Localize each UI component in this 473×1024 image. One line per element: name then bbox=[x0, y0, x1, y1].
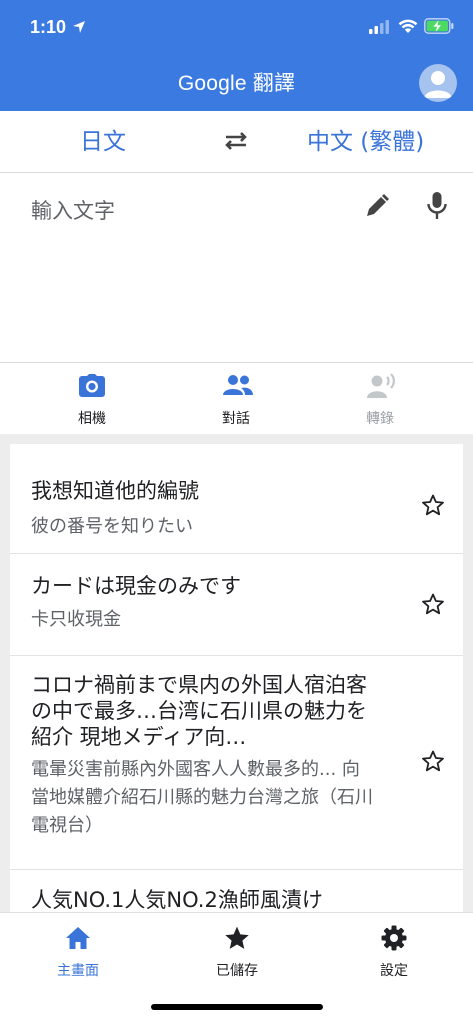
camera-icon bbox=[79, 374, 105, 397]
history-source-text: 我想知道他的編號 bbox=[31, 479, 199, 503]
history-translation-text: 電暈災害前縣內外國客人人數最多的... 向當地媒體介紹石川縣的魅力台灣之旅（石川… bbox=[31, 759, 373, 836]
source-language-button[interactable]: 日文 bbox=[80, 111, 126, 173]
app-header: 1:10 Google 翻譯 bbox=[0, 0, 473, 111]
transcribe-tool-label: 轉錄 bbox=[366, 411, 394, 427]
language-bar: 日文 中文 (繁體) bbox=[0, 111, 473, 173]
star-outline-icon[interactable] bbox=[421, 592, 445, 616]
app-title: Google 翻譯 bbox=[177, 72, 296, 95]
handwriting-pen-icon[interactable] bbox=[364, 193, 390, 219]
account-avatar[interactable] bbox=[419, 64, 457, 102]
input-placeholder[interactable]: 輸入文字 bbox=[31, 195, 115, 225]
home-icon bbox=[66, 927, 90, 949]
status-time: 1:10 bbox=[30, 17, 67, 37]
target-language-button[interactable]: 中文 (繁體) bbox=[307, 111, 424, 173]
transcribe-tool-button[interactable]: 轉錄 bbox=[335, 363, 425, 435]
star-outline-icon[interactable] bbox=[421, 749, 445, 773]
camera-tool-button[interactable]: 相機 bbox=[47, 363, 137, 435]
history-item[interactable]: コロナ禍前まで県内の外国人宿泊客の中で最多…台湾に石川県の魅力を紹介 現地メディ… bbox=[10, 656, 463, 870]
conversation-tool-button[interactable]: 對話 bbox=[191, 363, 281, 435]
history-source-text: カードは現金のみです bbox=[31, 574, 241, 598]
nav-saved-label: 已儲存 bbox=[216, 963, 258, 979]
gear-icon bbox=[381, 925, 407, 951]
people-icon bbox=[223, 375, 253, 395]
history-translation-text: 卡只收現金 bbox=[31, 609, 121, 630]
translation-history: 我想知道他的編號 彼の番号を知りたい カードは現金のみです 卡只收現金 コロナ禍… bbox=[0, 434, 473, 912]
swap-languages-icon[interactable] bbox=[223, 131, 249, 151]
microphone-icon[interactable] bbox=[426, 191, 448, 221]
history-source-text: コロナ禍前まで県内の外国人宿泊客の中で最多…台湾に石川県の魅力を紹介 現地メディ… bbox=[31, 673, 367, 749]
battery-charging-icon bbox=[424, 18, 454, 34]
star-outline-icon[interactable] bbox=[421, 493, 445, 517]
home-indicator bbox=[151, 1004, 323, 1010]
history-translation-text: 彼の番号を知りたい bbox=[31, 516, 193, 537]
nav-settings-label: 設定 bbox=[380, 963, 408, 979]
location-arrow-icon bbox=[73, 21, 85, 33]
history-item[interactable]: 人気NO.1人気NO.2漁師風漬け bbox=[10, 870, 463, 912]
history-source-text: 人気NO.1人気NO.2漁師風漬け bbox=[31, 888, 323, 912]
star-filled-icon bbox=[225, 926, 249, 949]
conversation-tool-label: 對話 bbox=[222, 411, 250, 427]
camera-tool-label: 相機 bbox=[78, 411, 106, 427]
cellular-signal-icon bbox=[369, 20, 389, 34]
nav-home-label: 主畫面 bbox=[57, 963, 99, 979]
transcribe-icon bbox=[367, 373, 395, 398]
account-icon bbox=[424, 71, 452, 98]
history-list: 我想知道他的編號 彼の番号を知りたい カードは現金のみです 卡只收現金 コロナ禍… bbox=[10, 444, 463, 912]
status-bar: 1:10 bbox=[0, 0, 473, 56]
history-item[interactable]: 我想知道他的編號 彼の番号を知りたい bbox=[10, 444, 463, 554]
history-item[interactable]: カードは現金のみです 卡只收現金 bbox=[10, 554, 463, 656]
wifi-icon bbox=[398, 19, 418, 33]
input-tools-bar: 相機 對話 轉錄 bbox=[0, 362, 473, 434]
text-input-area[interactable]: 輸入文字 bbox=[0, 173, 473, 362]
